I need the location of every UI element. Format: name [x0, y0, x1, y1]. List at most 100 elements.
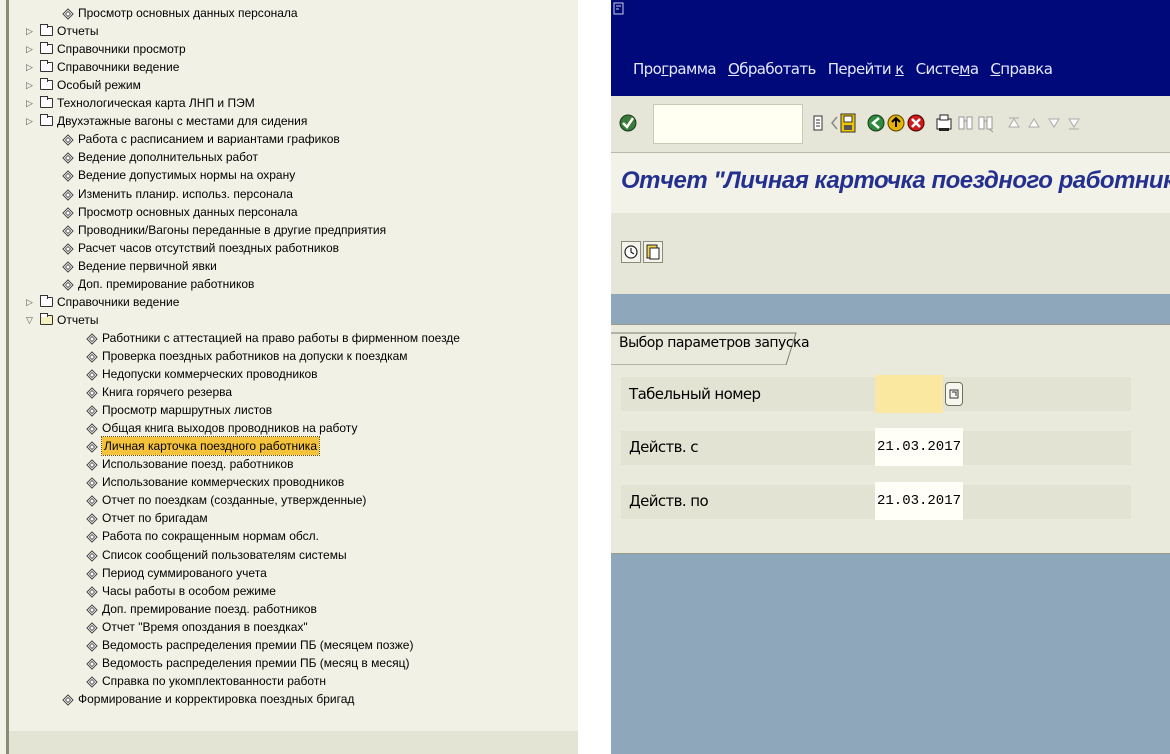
- menu-label-part: Систе: [915, 60, 960, 78]
- folder-icon: [40, 294, 53, 307]
- tree-item[interactable]: Ведение дополнительных работ: [62, 148, 258, 166]
- tree-item-label: Просмотр основных данных персонала: [78, 204, 298, 219]
- expanded-triangle-icon[interactable]: ▽: [26, 311, 40, 329]
- exit-icon[interactable]: [885, 112, 907, 134]
- tree-item[interactable]: Часы работы в особом режиме: [86, 582, 276, 600]
- collapsed-triangle-icon[interactable]: ▷: [26, 40, 40, 58]
- get-variant-icon[interactable]: [643, 241, 663, 263]
- date-from-input[interactable]: 21.03.2017: [875, 428, 963, 466]
- tree-item[interactable]: Период суммированого учета: [86, 564, 267, 582]
- tree-item[interactable]: Отчет по бригадам: [86, 509, 208, 527]
- menu-mnemonic: О: [728, 60, 740, 78]
- tree-item-label: Просмотр маршрутных листов: [102, 403, 273, 418]
- transaction-node-icon: [62, 206, 74, 219]
- tree-item[interactable]: Использование коммерческих проводников: [86, 473, 344, 491]
- menu-mnemonic: С: [990, 60, 1001, 78]
- tree-item[interactable]: Формирование и корректировка поездных бр…: [62, 690, 354, 708]
- date-to-input[interactable]: 21.03.2017: [875, 482, 963, 520]
- tree-item[interactable]: Ведение допустимых нормы на охрану: [62, 166, 295, 184]
- transaction-node-icon: [86, 332, 98, 345]
- menu-mnemonic: к: [895, 60, 904, 78]
- tree-bottom-band: [9, 731, 578, 754]
- tree-item[interactable]: Работа по сокращенным нормам обсл.: [86, 527, 319, 545]
- execute-icon[interactable]: [621, 241, 641, 263]
- tree-folder[interactable]: ▷ Двухэтажные вагоны с местами для сидени…: [26, 112, 307, 130]
- tree-item[interactable]: Ведомость распределения премии ПБ (месяц…: [86, 654, 409, 672]
- find-next-icon[interactable]: [975, 112, 997, 134]
- tree-item-label: Список сообщений пользователям системы: [102, 547, 347, 562]
- tree-item[interactable]: Ведомость распределения премии ПБ (месяц…: [86, 636, 413, 654]
- back-icon[interactable]: [865, 112, 887, 134]
- tree-item[interactable]: Проверка поездных работников на допуски …: [86, 347, 408, 365]
- transaction-node-icon: [62, 224, 74, 237]
- tree-item[interactable]: Просмотр основных данных персонала: [62, 203, 298, 221]
- transaction-node-icon: [62, 693, 74, 706]
- transaction-node-icon: [86, 440, 98, 453]
- tree-item-label: Справочники ведение: [57, 60, 180, 75]
- last-page-icon[interactable]: [1063, 112, 1085, 134]
- collapsed-triangle-icon[interactable]: ▷: [26, 112, 40, 130]
- tree-folder[interactable]: ▷ Отчеты: [26, 22, 98, 40]
- tree-folder[interactable]: ▷ Справочники ведение: [26, 293, 179, 311]
- tree-item[interactable]: Расчет часов отсутствий поездных работни…: [62, 239, 339, 257]
- menu-program[interactable]: Программа: [633, 60, 717, 84]
- command-field[interactable]: [653, 104, 803, 144]
- tree-item[interactable]: Просмотр основных данных персонала: [62, 4, 298, 22]
- tree-item[interactable]: Справка по укомплектованности работн: [86, 672, 326, 690]
- tree-item-label: Просмотр основных данных персонала: [78, 6, 298, 20]
- tree-item-label: Справочники ведение: [57, 294, 180, 309]
- tree-folder[interactable]: ▷ Технологическая карта ЛНП и ПЭМ: [26, 94, 255, 112]
- transaction-node-icon: [62, 133, 74, 147]
- pernr-input[interactable]: [875, 375, 943, 413]
- tree-item-label: Общая книга выходов проводников на работ…: [102, 421, 358, 436]
- save-icon[interactable]: [837, 112, 859, 134]
- tree-item-label: Ведомость распределения премии ПБ (месяц…: [102, 637, 414, 652]
- tree-item[interactable]: Общая книга выходов проводников на работ…: [86, 419, 357, 437]
- find-icon[interactable]: [955, 112, 977, 134]
- tree-folder[interactable]: ▷ Справочники просмотр: [26, 40, 186, 58]
- next-page-icon[interactable]: [1043, 112, 1065, 134]
- tree-item[interactable]: Личная карточка поездного работника: [86, 436, 320, 457]
- first-page-icon[interactable]: [1003, 112, 1025, 134]
- tree-folder[interactable]: ▽ Отчеты: [26, 311, 98, 329]
- menu-system[interactable]: Система: [916, 60, 979, 84]
- collapsed-triangle-icon[interactable]: ▷: [26, 94, 40, 112]
- standard-toolbar: [611, 96, 1170, 153]
- tree-item[interactable]: Работа с расписанием и вариантами график…: [62, 130, 340, 148]
- collapsed-triangle-icon[interactable]: ▷: [26, 76, 40, 94]
- search-help-button[interactable]: [945, 382, 963, 406]
- collapsed-triangle-icon[interactable]: ▷: [26, 293, 40, 311]
- menu-label-part: правка: [1000, 60, 1053, 78]
- tree-item-label: Отчеты: [57, 24, 99, 39]
- tree-item[interactable]: Просмотр маршрутных листов: [86, 401, 272, 419]
- folder-icon: [40, 24, 53, 37]
- tree-item[interactable]: Отчет "Время опоздания в поездках": [86, 618, 308, 636]
- tree-item[interactable]: Книга горячего резерва: [86, 383, 232, 401]
- navigation-tree-panel: Просмотр основных данных персонала ▷ Отчет…: [0, 0, 578, 754]
- tree-folder[interactable]: ▷ Особый режим: [26, 76, 141, 94]
- collapsed-triangle-icon[interactable]: ▷: [26, 22, 40, 40]
- folder-icon: [40, 96, 53, 109]
- tree-left-border: [6, 0, 9, 754]
- tree-item[interactable]: Изменить планир. использ. персонала: [62, 185, 293, 203]
- window-menu-icon[interactable]: [613, 2, 625, 19]
- enter-icon[interactable]: [617, 112, 639, 134]
- tree-item[interactable]: Доп. премирование поезд. работников: [86, 600, 317, 618]
- tree-item[interactable]: Недопуски коммерческих проводников: [86, 365, 318, 383]
- collapsed-triangle-icon[interactable]: ▷: [26, 58, 40, 76]
- tree-item[interactable]: Проводники/Вагоны переданные в другие пр…: [62, 221, 386, 239]
- folder-open-icon: [40, 312, 53, 325]
- tree-item[interactable]: Список сообщений пользователям системы: [86, 546, 347, 564]
- menu-goto[interactable]: Перейти к: [828, 60, 905, 84]
- tree-item[interactable]: Работники с аттестацией на право работы …: [86, 329, 460, 347]
- tree-item[interactable]: Ведение первичной явки: [62, 257, 217, 275]
- print-icon[interactable]: [933, 112, 955, 134]
- menu-edit[interactable]: Обработать: [728, 60, 816, 84]
- menu-help[interactable]: Справка: [990, 60, 1052, 84]
- tree-item[interactable]: Использование поезд. работников: [86, 455, 293, 473]
- previous-page-icon[interactable]: [1023, 112, 1045, 134]
- tree-folder[interactable]: ▷ Справочники ведение: [26, 58, 179, 76]
- cancel-icon[interactable]: [905, 112, 927, 134]
- tree-item[interactable]: Доп. премирование работников: [62, 275, 254, 293]
- tree-item[interactable]: Отчет по поездкам (созданные, утвержденн…: [86, 491, 366, 509]
